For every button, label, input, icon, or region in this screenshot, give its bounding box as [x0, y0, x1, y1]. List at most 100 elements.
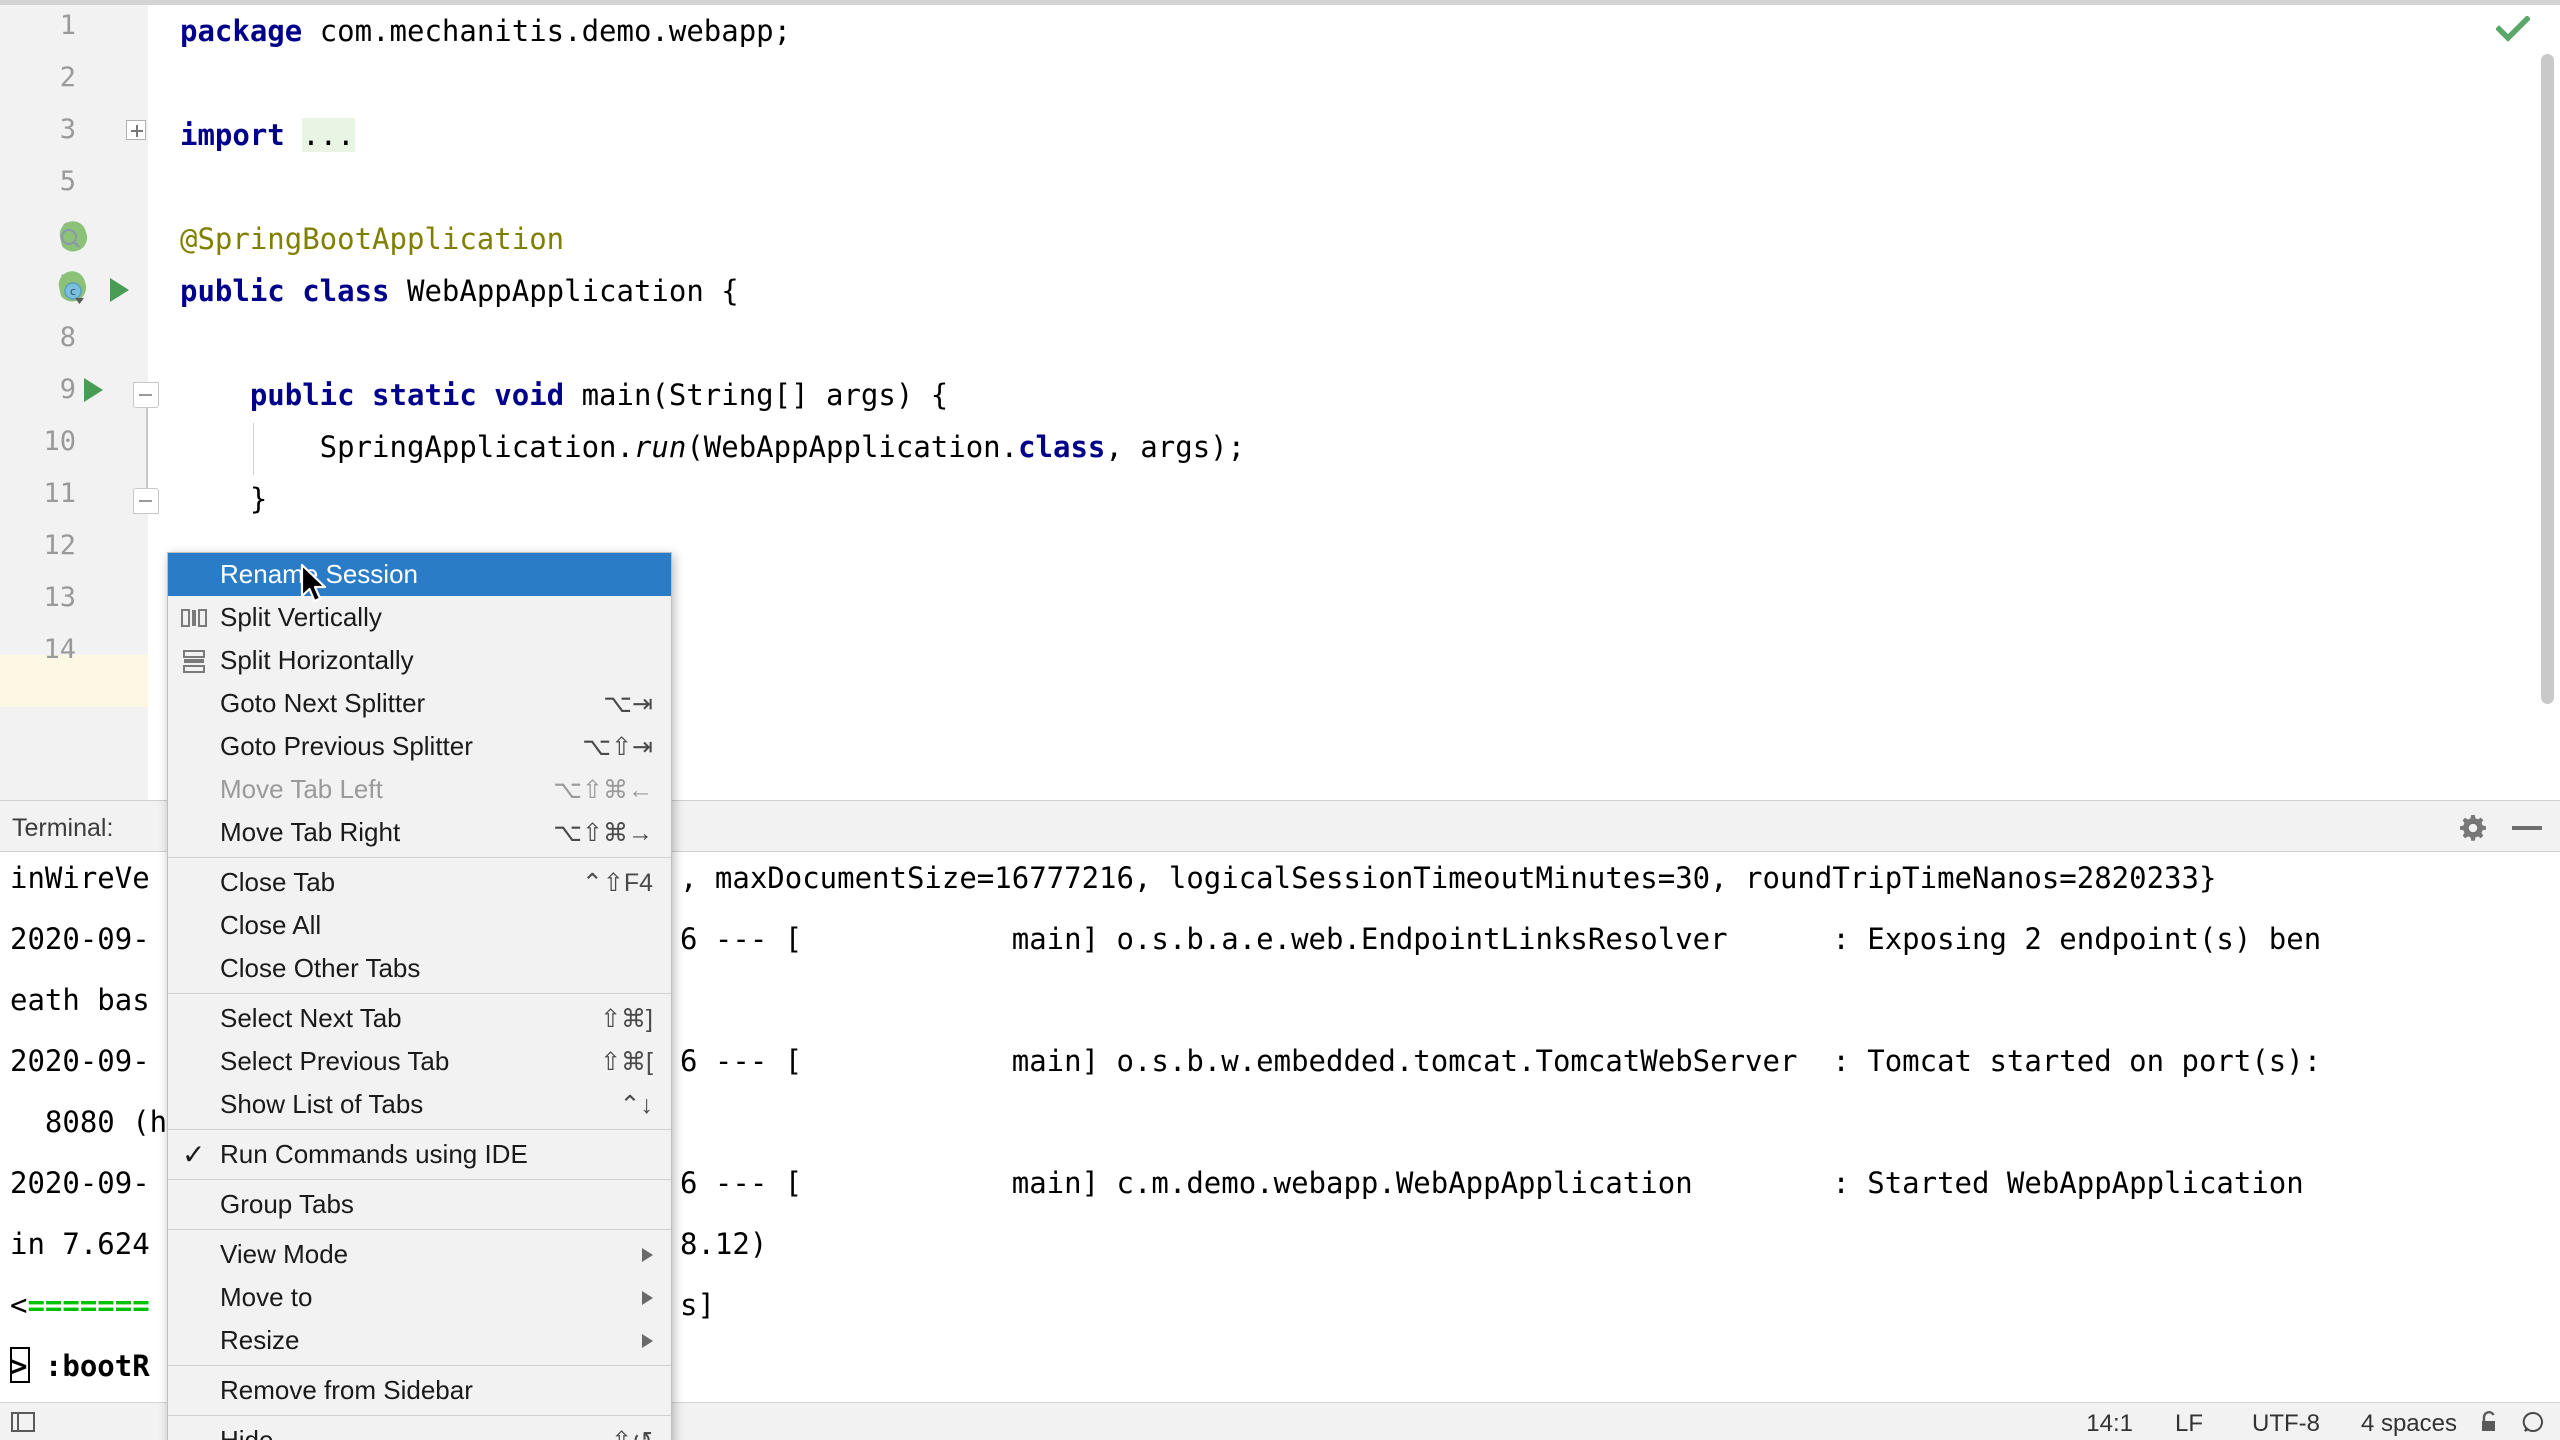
- context-menu-item-label: Run Commands using IDE: [220, 1139, 653, 1170]
- context-menu-item-shortcut: ⌃⇧F4: [582, 868, 653, 898]
- context-menu-item[interactable]: Goto Previous Splitter⌥⇧⇥: [168, 725, 671, 768]
- ide-window: 123567891011121314 package com.mechaniti…: [0, 0, 2560, 1440]
- terminal-line: 2020-09-: [10, 1044, 150, 1078]
- spring-bean-icon[interactable]: [56, 218, 90, 252]
- terminal-line-continued: s]: [680, 1288, 715, 1322]
- context-menu-item[interactable]: Close Other Tabs: [168, 947, 671, 990]
- context-menu-item-label: Group Tabs: [220, 1189, 653, 1220]
- code-line[interactable]: package com.mechanitis.demo.webapp;: [180, 5, 791, 57]
- run-class-icon[interactable]: [110, 278, 129, 302]
- terminal-line-continued: , maxDocumentSize=16777216, logicalSessi…: [680, 861, 2216, 895]
- line-number: 2: [20, 52, 76, 104]
- expand-imports-icon[interactable]: [126, 120, 146, 140]
- context-menu-item[interactable]: Hide⇧↺: [168, 1419, 671, 1440]
- svg-text:c: c: [70, 285, 76, 298]
- context-menu-item-label: Move Tab Right: [220, 817, 533, 848]
- terminal-caret: [10, 1347, 30, 1383]
- context-menu-item[interactable]: Move to: [168, 1276, 671, 1319]
- context-menu-item-label: View Mode: [220, 1239, 630, 1270]
- line-number: 10: [20, 416, 76, 468]
- line-number: 1: [20, 0, 76, 52]
- minimize-icon[interactable]: [2512, 826, 2542, 830]
- terminal-line: eath bas: [10, 983, 150, 1017]
- submenu-arrow-icon: [642, 1334, 653, 1348]
- context-menu-item[interactable]: Show List of Tabs⌃↓: [168, 1083, 671, 1126]
- menu-separator: [168, 1365, 671, 1366]
- terminal-line-continued: 8.12): [680, 1227, 767, 1261]
- menu-separator: [168, 1179, 671, 1180]
- check-mark-icon: ✓: [182, 1141, 205, 1169]
- context-menu-item-label: Hide: [220, 1425, 591, 1440]
- terminal-line-continued: 6 --- [ main] o.s.b.a.e.web.EndpointLink…: [680, 922, 2321, 956]
- caret-position[interactable]: 14:1: [2086, 1410, 2133, 1438]
- context-menu-item-shortcut: ⌥⇥: [603, 689, 653, 719]
- context-menu-item-label: Show List of Tabs: [220, 1089, 600, 1120]
- line-separator[interactable]: LF: [2175, 1410, 2203, 1438]
- fold-marker-end-icon[interactable]: [133, 488, 159, 514]
- terminal-line-continued: 6 --- [ main] o.s.b.w.embedded.tomcat.To…: [680, 1044, 2321, 1078]
- terminal-line: inWireVe: [10, 861, 150, 895]
- terminal-line: 8080 (h: [10, 1105, 167, 1139]
- context-menu-item-label: Close Other Tabs: [220, 953, 653, 984]
- mouse-cursor-icon: [300, 563, 330, 607]
- run-main-method-icon[interactable]: [84, 378, 103, 402]
- line-number: 11: [20, 468, 76, 520]
- context-menu-item-shortcut: ⇧⌘[: [600, 1047, 653, 1077]
- context-menu-item-label: Rename Session: [220, 559, 653, 590]
- context-menu-item[interactable]: Group Tabs: [168, 1183, 671, 1226]
- fold-marker-start-icon[interactable]: [133, 382, 159, 408]
- context-menu-item[interactable]: Remove from Sidebar: [168, 1369, 671, 1412]
- context-menu-item[interactable]: Close Tab ⌃⇧F4: [168, 861, 671, 904]
- context-menu-item-shortcut: ⌥⇧⌘→: [553, 818, 653, 848]
- terminal-label: Terminal:: [12, 814, 113, 843]
- terminal-tab-context-menu[interactable]: Rename Session Split Vertically Split Hori…: [167, 552, 672, 1440]
- file-encoding[interactable]: UTF-8: [2252, 1410, 2320, 1438]
- context-menu-item[interactable]: Goto Next Splitter⌥⇥: [168, 682, 671, 725]
- context-menu-item[interactable]: Move Tab Right ⌥⇧⌘→: [168, 811, 671, 854]
- toggle-tool-window-icon[interactable]: [10, 1410, 36, 1434]
- context-menu-item[interactable]: Split Vertically: [168, 596, 671, 639]
- context-menu-item-label: Close Tab: [220, 867, 562, 898]
- context-menu-item[interactable]: Rename Session: [168, 553, 671, 596]
- context-menu-item-shortcut: ⇧⌘]: [600, 1004, 653, 1034]
- context-menu-item-label: Resize: [220, 1325, 630, 1356]
- unlocked-padlock-icon[interactable]: [2476, 1409, 2502, 1435]
- code-line[interactable]: SpringApplication.run(WebAppApplication.…: [180, 421, 1245, 473]
- indent-setting[interactable]: 4 spaces: [2361, 1410, 2457, 1438]
- context-menu-item-label: Remove from Sidebar: [220, 1375, 653, 1406]
- context-menu-item-label: Select Previous Tab: [220, 1046, 580, 1077]
- context-menu-item[interactable]: Close All: [168, 904, 671, 947]
- code-line[interactable]: public static void main(String[] args) {: [180, 369, 948, 421]
- code-line[interactable]: public class WebAppApplication {: [180, 265, 739, 317]
- split-vertical-icon: [179, 603, 209, 633]
- menu-separator: [168, 993, 671, 994]
- terminal-line: > :bootR: [10, 1349, 150, 1383]
- code-line[interactable]: import ...: [180, 109, 355, 161]
- submenu-arrow-icon: [642, 1248, 653, 1262]
- line-number: 3: [20, 104, 76, 156]
- context-menu-item-shortcut: ⌥⇧⌘←: [553, 775, 653, 805]
- context-menu-item-label: Move Tab Left: [220, 774, 533, 805]
- editor-scrollbar-thumb[interactable]: [2541, 54, 2554, 704]
- context-menu-item-label: Select Next Tab: [220, 1003, 580, 1034]
- line-number: 9: [20, 364, 76, 416]
- gear-icon[interactable]: [2458, 813, 2488, 843]
- terminal-line-continued: 6 --- [ main] c.m.demo.webapp.WebAppAppl…: [680, 1166, 2304, 1200]
- context-menu-item[interactable]: Split Horizontally: [168, 639, 671, 682]
- line-number: 13: [20, 572, 76, 624]
- code-line[interactable]: }: [180, 473, 267, 525]
- inspection-ok-check-icon[interactable]: [2496, 16, 2530, 42]
- notification-bell-icon[interactable]: [2520, 1409, 2546, 1435]
- context-menu-item-label: Split Vertically: [220, 602, 653, 633]
- context-menu-item: Move Tab Left ⌥⇧⌘←: [168, 768, 671, 811]
- menu-separator: [168, 1229, 671, 1230]
- code-line[interactable]: @SpringBootApplication: [180, 213, 564, 265]
- context-menu-item-label: Goto Previous Splitter: [220, 731, 562, 762]
- terminal-line: in 7.624: [10, 1227, 150, 1261]
- context-menu-item[interactable]: Select Next Tab ⇧⌘]: [168, 997, 671, 1040]
- spring-bean-run-icon[interactable]: c: [56, 270, 90, 304]
- context-menu-item[interactable]: ✓ Run Commands using IDE: [168, 1133, 671, 1176]
- context-menu-item[interactable]: View Mode: [168, 1233, 671, 1276]
- context-menu-item[interactable]: Resize: [168, 1319, 671, 1362]
- context-menu-item[interactable]: Select Previous Tab ⇧⌘[: [168, 1040, 671, 1083]
